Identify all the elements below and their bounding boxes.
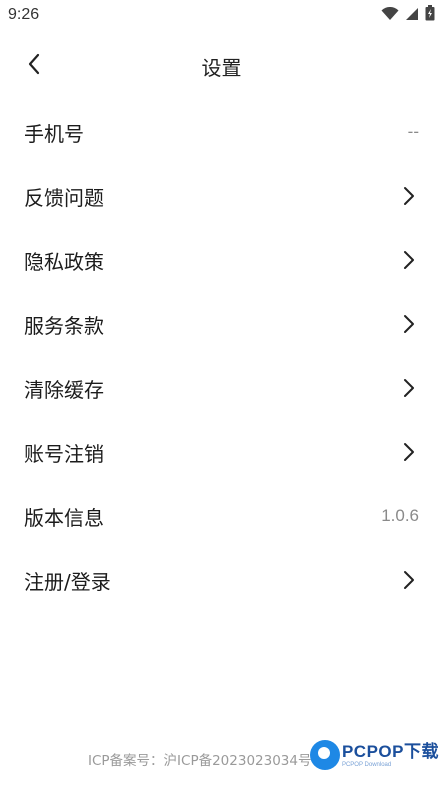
watermark: PCPOP下载 PCPOP Download xyxy=(309,735,439,775)
chevron-right-icon xyxy=(399,376,419,400)
icp-record-text: ICP备案号：沪ICP备2023023034号 xyxy=(88,753,312,769)
row-label: 手机号 xyxy=(24,121,84,146)
watermark-sub-text: PCPOP Download xyxy=(341,761,392,768)
chevron-right-icon xyxy=(399,312,419,336)
wifi-icon xyxy=(381,6,399,25)
watermark-main-text: PCPOP下载 xyxy=(341,741,439,761)
row-label: 版本信息 xyxy=(24,505,104,530)
status-bar: 9:26 xyxy=(0,0,443,30)
signal-icon xyxy=(405,6,419,25)
phone-value: -- xyxy=(407,122,419,141)
row-label: 服务条款 xyxy=(24,313,104,338)
status-icons xyxy=(381,5,435,25)
settings-row-phone: 手机号 -- xyxy=(0,100,443,164)
settings-row-delete-account[interactable]: 账号注销 xyxy=(0,420,443,484)
chevron-right-icon xyxy=(399,440,419,464)
row-label: 反馈问题 xyxy=(24,185,104,210)
header: 设置 xyxy=(0,40,443,90)
settings-list: 手机号 -- 反馈问题 隐私政策 服务条款 清除缓存 账号注销 版本信息 1.0… xyxy=(0,100,443,612)
chevron-right-icon xyxy=(399,248,419,272)
chevron-right-icon xyxy=(399,184,419,208)
watermark-text: PCPOP下载 PCPOP Download xyxy=(342,743,439,768)
row-label: 隐私政策 xyxy=(24,249,104,274)
status-time: 9:26 xyxy=(8,6,40,23)
version-value: 1.0.6 xyxy=(381,506,419,525)
footer: ICP备案号：沪ICP备2023023034号 PCPOP下载 PCPOP Do… xyxy=(0,740,443,773)
settings-row-terms[interactable]: 服务条款 xyxy=(0,292,443,356)
chevron-right-icon xyxy=(399,568,419,592)
row-label: 清除缓存 xyxy=(24,377,104,402)
settings-row-register-login[interactable]: 注册/登录 xyxy=(0,548,443,612)
pcpop-logo-icon xyxy=(309,740,340,770)
battery-icon xyxy=(425,5,435,25)
settings-row-version: 版本信息 1.0.6 xyxy=(0,484,443,548)
row-label: 账号注销 xyxy=(24,441,104,466)
row-label: 注册/登录 xyxy=(24,569,111,594)
settings-row-clear-cache[interactable]: 清除缓存 xyxy=(0,356,443,420)
settings-row-feedback[interactable]: 反馈问题 xyxy=(0,164,443,228)
page-title: 设置 xyxy=(201,56,242,80)
settings-row-privacy[interactable]: 隐私政策 xyxy=(0,228,443,292)
